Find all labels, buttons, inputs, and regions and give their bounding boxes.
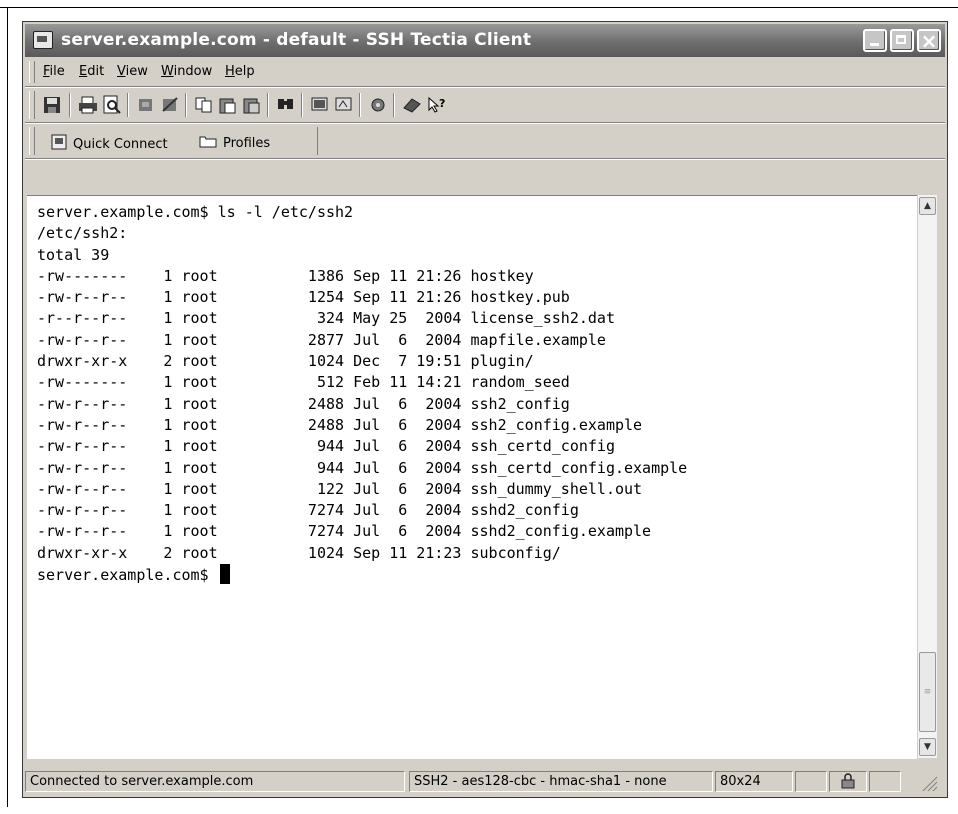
terminal-line: -rw-r--r-- 1 root 7274 Jul 6 2004 sshd2_…: [37, 522, 652, 541]
menu-bar: File Edit View Window Help: [25, 58, 945, 87]
menu-help[interactable]: Help: [225, 64, 255, 79]
menu-view-label: iew: [125, 64, 148, 79]
terminal-area[interactable]: server.example.com$ ls -l /etc/ssh2/etc/…: [27, 195, 917, 759]
find-icon[interactable]: [275, 94, 297, 116]
profile-bar-grip[interactable]: [29, 127, 35, 155]
folder-icon: [199, 134, 217, 152]
terminal-output: server.example.com$ ls -l /etc/ssh2/etc/…: [37, 202, 687, 586]
menu-window-label: indow: [173, 64, 213, 79]
profiles-label: Profiles: [223, 135, 271, 151]
quick-connect-icon: [51, 134, 67, 154]
chevron-up-icon: ▲: [924, 201, 931, 211]
grip-lines-icon: ≡: [923, 687, 932, 697]
terminal-line: total 39: [37, 245, 110, 264]
paste-icon[interactable]: [217, 94, 239, 116]
menu-view[interactable]: View: [117, 64, 148, 79]
profile-bar: Quick Connect Profiles: [25, 124, 945, 159]
maximize-button[interactable]: [890, 29, 914, 52]
toolbar-separator: [185, 93, 187, 117]
profile-bar-group: Quick Connect Profiles: [39, 127, 318, 155]
terminal-line: -rw-r--r-- 1 root 122 Jul 6 2004 ssh_dum…: [37, 479, 643, 498]
minimize-button[interactable]: [863, 29, 887, 52]
menu-edit-accel: E: [79, 64, 88, 79]
resize-grip-icon: [908, 776, 938, 791]
menu-view-accel: V: [117, 64, 126, 79]
close-button[interactable]: ×: [917, 29, 941, 52]
menu-help-accel: H: [225, 64, 235, 79]
terminal-line: /etc/ssh2:: [37, 224, 128, 243]
status-panel-security: [829, 771, 867, 792]
profiles-button[interactable]: Profiles: [199, 134, 270, 152]
terminal-lines: server.example.com$ ls -l /etc/ssh2/etc/…: [37, 202, 687, 564]
help-book-icon[interactable]: [401, 94, 423, 116]
menu-edit-label: dit: [87, 64, 105, 79]
terminal-line: -rw-r--r-- 1 root 2488 Jul 6 2004 ssh2_c…: [37, 394, 570, 413]
terminal-line: -rw------- 1 root 512 Feb 11 14:21 rando…: [37, 373, 570, 392]
status-cipher: SSH2 - aes128-cbc - hmac-sha1 - none: [409, 771, 713, 792]
terminal-cursor: [219, 564, 230, 585]
terminal-line: -rw-r--r-- 1 root 944 Jul 6 2004 ssh_cer…: [37, 458, 688, 477]
terminal-prompt-line: server.example.com$: [37, 564, 687, 586]
status-bar: Connected to server.example.com SSH2 - a…: [25, 769, 945, 795]
reconnect-icon[interactable]: [159, 94, 181, 116]
toolbar-separator: [393, 93, 395, 117]
new-terminal-icon[interactable]: [309, 94, 331, 116]
copy-icon[interactable]: [193, 94, 215, 116]
status-empty-panel: [795, 771, 827, 792]
figure-border-left: [7, 7, 8, 807]
toolbar: ?: [25, 88, 945, 123]
terminal-line: server.example.com$ ls -l /etc/ssh2: [37, 203, 354, 221]
status-empty-panel: [869, 771, 901, 792]
paste-special-icon[interactable]: [241, 94, 263, 116]
terminal-prompt: server.example.com$: [37, 566, 218, 585]
chevron-down-icon: ▼: [924, 742, 931, 752]
settings-icon[interactable]: [367, 94, 389, 116]
svg-text:?: ?: [439, 97, 445, 110]
scroll-thumb[interactable]: ≡: [919, 652, 936, 732]
menu-window[interactable]: Window: [161, 64, 212, 79]
menu-window-accel: W: [161, 64, 174, 79]
security-lock-icon: [839, 773, 857, 791]
menu-file-label: ile: [49, 64, 65, 79]
terminal-line: -rw------- 1 root 1386 Sep 11 21:26 host…: [37, 266, 534, 285]
toolbar-separator: [127, 93, 129, 117]
toolbar-separator: [359, 93, 361, 117]
scroll-up-button[interactable]: ▲: [919, 197, 936, 215]
status-terminal-size: 80x24: [715, 771, 793, 792]
toolbar-separator: [69, 93, 71, 117]
menu-bar-grip[interactable]: [29, 61, 35, 83]
vertical-scrollbar[interactable]: ▲ ≡ ▼: [917, 195, 937, 758]
terminal-line: -rw-r--r-- 1 root 7274 Jul 6 2004 sshd2_…: [37, 501, 579, 520]
quick-connect-label: Quick Connect: [73, 136, 168, 152]
print-preview-icon[interactable]: [101, 94, 123, 116]
ssh-client-window: server.example.com - default - SSH Tecti…: [22, 21, 948, 798]
print-icon[interactable]: [77, 94, 99, 116]
menu-help-label: elp: [234, 64, 255, 79]
terminal-line: -r--r--r-- 1 root 324 May 25 2004 licens…: [37, 309, 615, 328]
window-title: server.example.com - default - SSH Tecti…: [61, 30, 532, 50]
disconnect-icon[interactable]: [135, 94, 157, 116]
app-icon[interactable]: [33, 31, 53, 49]
new-file-transfer-icon[interactable]: [333, 94, 355, 116]
quick-connect-button[interactable]: Quick Connect: [51, 134, 168, 154]
context-help-icon[interactable]: ?: [425, 94, 447, 116]
terminal-line: -rw-r--r-- 1 root 944 Jul 6 2004 ssh_cer…: [37, 437, 615, 456]
terminal-line: -rw-r--r-- 1 root 2877 Jul 6 2004 mapfil…: [37, 330, 606, 349]
terminal-line: drwxr-xr-x 2 root 1024 Sep 11 21:23 subc…: [37, 543, 561, 562]
toolbar-separator: [267, 93, 269, 117]
terminal-line: -rw-r--r-- 1 root 1254 Sep 11 21:26 host…: [37, 288, 570, 307]
close-icon: ×: [920, 28, 938, 53]
scroll-down-button[interactable]: ▼: [919, 738, 936, 756]
save-icon[interactable]: [41, 94, 63, 116]
terminal-line: -rw-r--r-- 1 root 2488 Jul 6 2004 ssh2_c…: [37, 415, 643, 434]
title-bar[interactable]: server.example.com - default - SSH Tecti…: [25, 24, 945, 57]
toolbar-separator: [301, 93, 303, 117]
menu-edit[interactable]: Edit: [79, 64, 104, 79]
resize-grip[interactable]: [903, 771, 943, 792]
toolbar-grip[interactable]: [29, 91, 35, 119]
menu-file[interactable]: File: [43, 64, 65, 79]
terminal-line: drwxr-xr-x 2 root 1024 Dec 7 19:51 plugi…: [37, 352, 534, 371]
status-connection: Connected to server.example.com: [25, 771, 405, 792]
figure-border-top: [0, 7, 958, 8]
